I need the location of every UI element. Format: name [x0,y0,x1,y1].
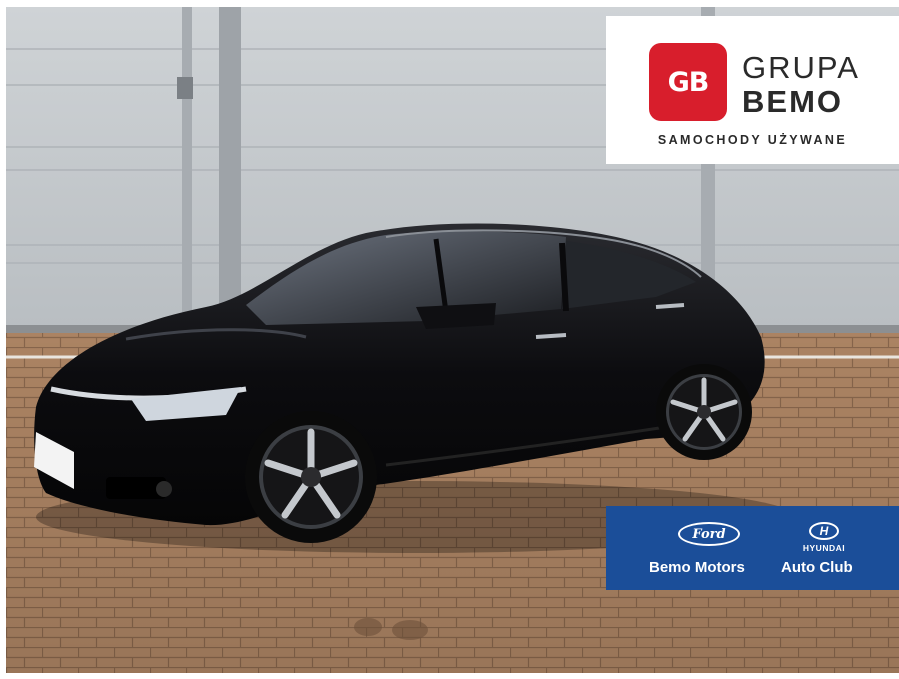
gb-badge-text: GB [667,66,710,98]
logo-line-2: BEMO [742,84,843,119]
hyundai-wordmark: HYUNDAI [802,543,846,553]
gb-badge: GB [649,43,727,121]
dealer-name-bemo-motors: Bemo Motors [649,559,745,576]
dealer-banner: Ford H HYUNDAI Bemo Motors Auto Club [606,506,899,590]
hyundai-logo-icon: H [809,522,839,540]
grupa-bemo-logo: GB GRUPA BEMO SAMOCHODY UŻYWANE [606,16,899,164]
rear-wheel [656,364,752,460]
ford-logo-text: Ford [692,526,726,542]
hyundai-logo-letter: H [819,524,829,538]
front-wheel [245,411,377,543]
logo-tagline: SAMOCHODY UŻYWANE [657,133,848,147]
dealer-name-auto-club: Auto Club [781,559,853,576]
ford-logo-icon: Ford [678,522,740,546]
logo-line-1: GRUPA [742,50,860,85]
